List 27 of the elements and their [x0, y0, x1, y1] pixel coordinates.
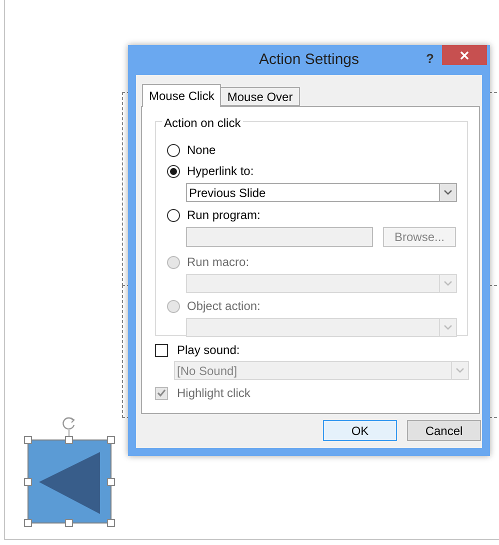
tab[interactable]: Mouse Click [142, 84, 222, 107]
check-icon [157, 389, 166, 397]
checkbox-label: Play sound: [177, 342, 240, 359]
rotate-handle-icon [61, 416, 77, 431]
tab[interactable]: Mouse Over [221, 87, 300, 106]
radio-button[interactable] [167, 164, 180, 178]
help-button[interactable]: ? [426, 49, 434, 68]
chevron-down-icon [444, 190, 452, 195]
chevron-down-icon [444, 325, 452, 330]
radio-label: Object action: [187, 298, 260, 315]
close-button[interactable] [442, 45, 487, 65]
checkbox-label: Highlight click [177, 385, 250, 402]
radio-button[interactable] [167, 208, 180, 222]
radio-label: None [187, 142, 216, 159]
radio-label: Run macro: [187, 254, 250, 271]
radio-button[interactable] [167, 144, 180, 156]
dropdown[interactable]: Previous Slide [186, 183, 457, 202]
chevron-down-icon [444, 281, 452, 286]
radio-label: Run program: [187, 207, 260, 224]
chevron-down-icon [456, 368, 464, 373]
close-icon [460, 50, 469, 60]
dialog-button[interactable]: Cancel [407, 420, 481, 441]
window-title: Action Settings [258, 50, 360, 70]
dialog-button[interactable]: OK [323, 420, 397, 441]
action-button-drawing[interactable] [24, 430, 116, 528]
checkbox[interactable] [155, 344, 168, 356]
radio-label: Hyperlink to: [187, 163, 254, 180]
